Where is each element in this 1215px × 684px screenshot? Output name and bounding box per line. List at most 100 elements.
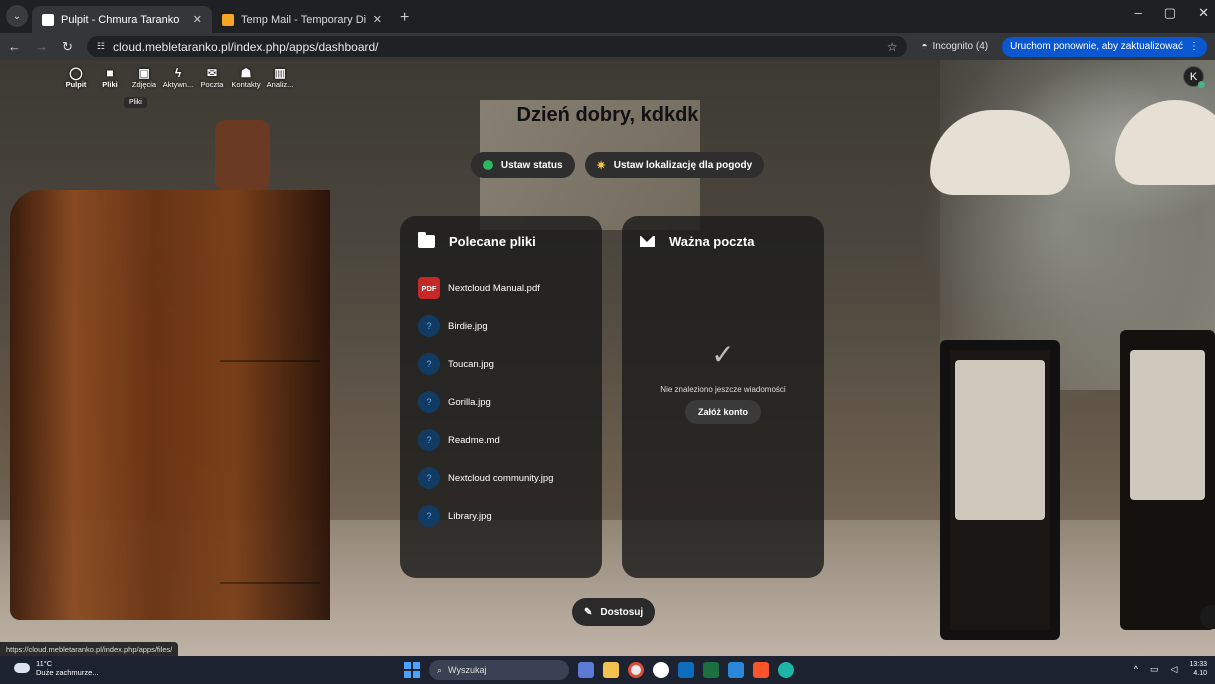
brave-icon[interactable] [753,662,769,678]
lightning-icon: ϟ [174,65,182,80]
folder-icon [418,232,435,248]
weather-temp: 11°C [36,659,53,668]
new-tab-button[interactable]: + [400,9,409,27]
widget-header: Ważna poczta [622,216,824,249]
important-mail-widget: Ważna poczta ✓ Nie znaleziono jeszcze wi… [622,216,824,578]
online-status-icon [482,160,493,170]
tab-close-icon[interactable]: ✕ [193,13,202,26]
app-navigation: ◯ Pulpit ■ Pliki ▣ Zdjęcia ϟ Aktywn... ✉… [62,65,294,90]
weather-widget[interactable]: 11°C Duże zachmurze... [14,659,99,677]
unknown-file-icon: ? [418,353,440,375]
site-info-icon[interactable]: ☷ [97,41,105,52]
unknown-file-icon: ? [418,505,440,527]
app-dashboard[interactable]: ◯ Pulpit [62,65,90,90]
list-item[interactable]: PDF Nextcloud Manual.pdf [400,269,602,307]
clock-time: 13:33 [1189,661,1207,668]
list-item[interactable]: ? Birdie.jpg [400,307,602,345]
pdf-file-icon: PDF [418,277,440,299]
unknown-file-icon: ? [418,467,440,489]
app-contacts[interactable]: ☗ Kontakty [231,66,260,90]
edge-icon[interactable] [778,662,794,678]
reload-icon[interactable]: ↻ [62,39,73,55]
list-item[interactable]: ? Library.jpg [400,497,602,535]
widget-header: Polecane pliki [400,216,602,249]
tab-temp-mail[interactable]: Temp Mail - Temporary Dispos ✕ [212,6,392,33]
app-analytics[interactable]: ▥ Analiz... [266,66,294,90]
chevron-up-icon[interactable]: ^ [1134,664,1138,674]
status-actions: Ustaw status ✷ Ustaw lokalizację dla pog… [10,152,1215,178]
cloud-icon [14,663,30,673]
list-item[interactable]: ? Gorilla.jpg [400,383,602,421]
excel-icon[interactable] [703,662,719,678]
app-photos[interactable]: ▣ Zdjęcia [130,65,158,90]
link-status-url: https://cloud.mebletaranko.pl/index.php/… [0,642,179,656]
background-chair-seat [1130,350,1205,500]
app-label: Poczta [200,80,224,89]
taskbar-apps: ⌕ Wyszukaj [404,660,794,680]
app-label: Analiz... [266,80,294,89]
notes-icon[interactable] [728,662,744,678]
empty-message: Nie znaleziono jeszcze wiadomości [660,385,786,394]
image-icon: ▣ [138,65,150,80]
unknown-file-icon: ? [418,315,440,337]
clock-date: 4.10 [1193,670,1207,677]
system-tray: ^ ▭ ◁ 13:33 4.10 [1134,660,1207,678]
file-explorer-icon[interactable] [603,662,619,678]
url-field[interactable]: ☷ cloud.mebletaranko.pl/index.php/apps/d… [86,36,908,57]
customize-button[interactable]: ✎ Dostosuj [572,598,656,626]
clock[interactable]: 13:33 4.10 [1189,660,1207,678]
tab-close-icon[interactable]: ✕ [373,13,382,26]
file-name: Toucan.jpg [448,358,494,370]
chrome-icon[interactable] [628,662,644,678]
update-label: Uruchom ponownie, aby zaktualizować [1010,41,1183,52]
create-account-button[interactable]: Załóż konto [685,400,761,424]
list-item[interactable]: ? Nextcloud community.jpg [400,459,602,497]
app-mail[interactable]: ✉ Poczta [198,66,226,90]
list-item[interactable]: ? Toucan.jpg [400,345,602,383]
tab-pulpit[interactable]: Pulpit - Chmura Taranko ✕ [32,6,212,33]
volume-icon[interactable]: ◁ [1171,664,1178,675]
online-status-dot [1198,81,1205,88]
temp-mail-favicon-icon [222,13,234,26]
tab-search-button[interactable]: ⌄ [6,5,28,27]
back-icon[interactable]: ← [8,39,21,54]
widget-title: Polecane pliki [449,234,536,249]
tab-title: Pulpit - Chmura Taranko [61,13,180,26]
list-item[interactable]: ? Readme.md [400,421,602,459]
search-icon: ⌕ [437,664,443,675]
task-view-icon[interactable] [578,662,594,678]
weather-icon: ✷ [596,159,606,172]
update-button[interactable]: Uruchom ponownie, aby zaktualizować ⋮ [1002,36,1207,57]
set-weather-location-button[interactable]: ✷ Ustaw lokalizację dla pogody [584,152,765,178]
dashboard-page: ◯ Pulpit ■ Pliki ▣ Zdjęcia ϟ Aktywn... ✉… [0,60,1215,656]
set-status-label: Ustaw status [500,159,563,171]
browser-tab-bar: ⌄ Pulpit - Chmura Taranko ✕ Temp Mail - … [0,0,1215,33]
outlook-icon[interactable] [678,662,694,678]
app-activity[interactable]: ϟ Aktywn... [163,65,193,90]
incognito-indicator[interactable]: ◓ Incognito (4) [921,41,988,52]
dashboard-icon: ◯ [69,65,83,80]
unknown-file-icon: ? [418,429,440,451]
windows-start-icon[interactable] [404,662,420,678]
widget-title: Ważna poczta [669,234,755,249]
unknown-file-icon: ? [418,391,440,413]
network-icon[interactable]: ▭ [1150,664,1159,675]
app-icon[interactable] [653,662,669,678]
bookmark-star-icon[interactable]: ☆ [887,40,898,54]
background-chair-seat [955,360,1045,520]
set-status-button[interactable]: Ustaw status [470,152,575,178]
page-title: Dzień dobry, kdkdk [516,104,699,126]
maximize-icon[interactable]: ▢ [1164,5,1176,21]
file-name: Nextcloud community.jpg [448,472,554,484]
file-name: Library.jpg [448,510,492,522]
taskbar-search[interactable]: ⌕ Wyszukaj [429,660,569,680]
pencil-icon: ✎ [584,606,593,618]
file-name: Birdie.jpg [448,320,488,332]
minimize-icon[interactable]: – [1135,5,1142,21]
search-placeholder: Wyszukaj [448,665,487,675]
empty-state: ✓ Nie znaleziono jeszcze wiadomości Załó… [622,338,824,424]
app-files[interactable]: ■ Pliki [96,66,124,90]
close-window-icon[interactable]: ✕ [1198,5,1209,21]
forward-icon[interactable]: → [35,39,48,54]
recommended-files-widget: Polecane pliki PDF Nextcloud Manual.pdf … [400,216,602,578]
